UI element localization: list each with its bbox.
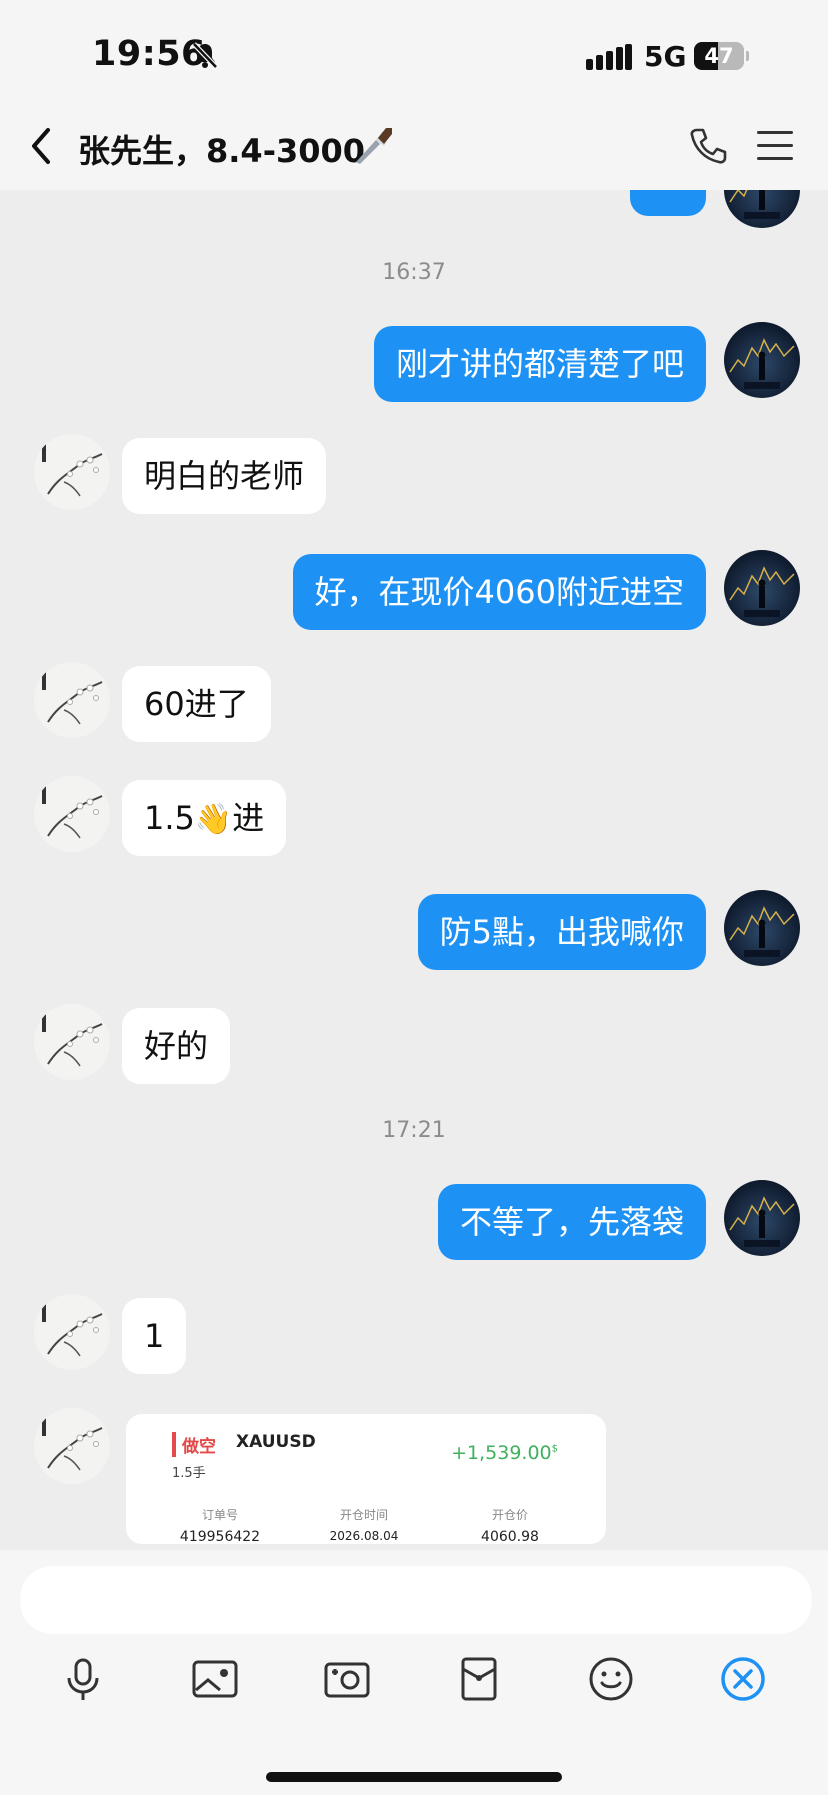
message-input[interactable] [20, 1566, 812, 1634]
contact-avatar[interactable] [34, 1004, 110, 1080]
open-time-column: 开仓时间 2026.08.04 [294, 1506, 434, 1543]
trade-direction: 做空 [172, 1432, 216, 1457]
contact-avatar[interactable] [34, 662, 110, 738]
my-avatar[interactable] [724, 190, 800, 228]
message-outgoing[interactable]: 不等了，先落袋 [437, 1184, 706, 1260]
chat-title: 张先生，8.4-3000 [78, 132, 366, 170]
trade-quantity: 1.5手 [172, 1466, 206, 1481]
timestamp: 17:21 [382, 1118, 446, 1143]
message-outgoing[interactable]: 刚才讲的都清楚了吧 [373, 326, 706, 402]
order-number-value: 419956422 [179, 1529, 261, 1544]
wave-emoji-icon: 👋 [194, 802, 233, 837]
signal-icon [586, 44, 632, 70]
image-icon[interactable] [190, 1654, 240, 1704]
my-avatar[interactable] [724, 890, 800, 966]
red-packet-icon[interactable] [454, 1654, 504, 1704]
open-price-column: 开仓价 4060.98 [440, 1506, 580, 1544]
message-outgoing[interactable]: 防5點，出我喊你 [417, 894, 706, 970]
message-incoming[interactable]: 60进了 [122, 666, 271, 742]
message-text: 1.5 [144, 799, 195, 837]
status-time: 19:56 [92, 34, 206, 74]
my-avatar[interactable] [724, 550, 800, 626]
open-time-value: 2026.08.04 [329, 1529, 399, 1543]
pnl-value: +1,539.00 [451, 1442, 552, 1464]
contact-avatar[interactable] [34, 1408, 110, 1484]
message-outgoing[interactable]: 好，在现价4060附近进空 [292, 554, 706, 630]
back-chevron-icon[interactable] [26, 126, 56, 166]
contact-avatar[interactable] [34, 1294, 110, 1370]
contact-avatar[interactable] [34, 776, 110, 852]
top-bar: 19:56 5G 47 张先生，8.4-3000 [0, 0, 828, 190]
open-time-label: 开仓时间 [339, 1508, 388, 1522]
my-avatar[interactable] [724, 1180, 800, 1256]
microphone-icon[interactable] [58, 1654, 108, 1704]
message-outgoing[interactable]: 对 [629, 190, 706, 216]
knife-emoji-icon [356, 128, 392, 164]
trade-pnl: +1,539.00$ [451, 1442, 558, 1464]
my-avatar[interactable] [724, 322, 800, 398]
message-incoming[interactable]: 1 [122, 1298, 187, 1374]
phone-icon[interactable] [688, 126, 728, 166]
order-number-label: 订单号 [201, 1508, 238, 1522]
menu-icon[interactable] [756, 128, 794, 164]
battery-icon: 47 [694, 42, 750, 70]
contact-avatar[interactable] [34, 434, 110, 510]
emoji-icon[interactable] [586, 1654, 636, 1704]
open-price-value: 4060.98 [481, 1529, 539, 1544]
trade-symbol: XAUUSD [236, 1432, 316, 1452]
input-bar [0, 1550, 828, 1795]
network-label: 5G [644, 40, 687, 73]
order-number-column: 订单号 419956422 [150, 1506, 290, 1544]
open-price-label: 开仓价 [491, 1508, 528, 1522]
message-incoming[interactable]: 好的 [122, 1008, 231, 1084]
message-incoming[interactable]: 1.5👋进 [122, 780, 287, 856]
trade-card-image[interactable]: 做空 XAUUSD 1.5手 +1,539.00$ 订单号 419956422 … [126, 1414, 606, 1544]
silent-bell-icon [192, 42, 218, 69]
chat-area[interactable]: 对 16:37 刚才讲的都清楚了吧 明白的老师 好，在现价4060附近进空 60… [0, 190, 828, 1550]
home-indicator [266, 1772, 562, 1782]
camera-icon[interactable] [322, 1654, 372, 1704]
pnl-unit: $ [551, 1443, 558, 1455]
message-text: 进 [232, 799, 265, 837]
battery-percent: 47 [704, 44, 734, 68]
timestamp: 16:37 [382, 260, 446, 285]
message-incoming[interactable]: 明白的老师 [122, 438, 327, 514]
close-circle-icon[interactable] [718, 1654, 768, 1704]
